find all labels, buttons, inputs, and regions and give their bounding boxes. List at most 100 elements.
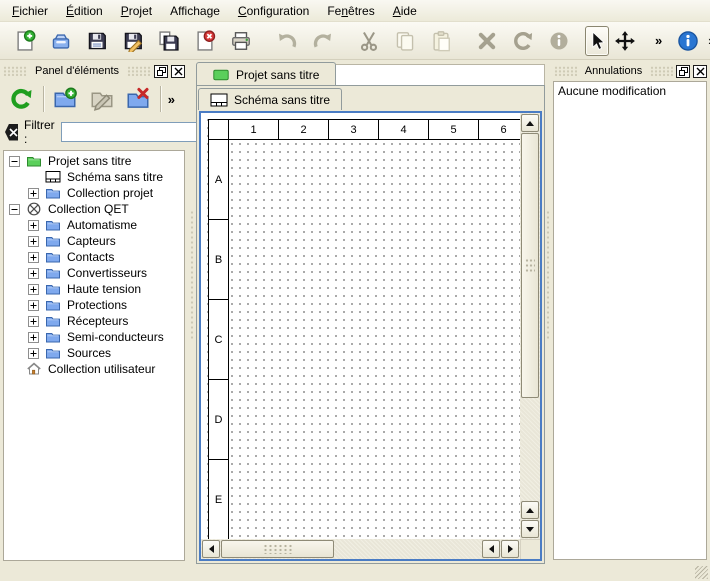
tree-item-collection-utilisateur[interactable]: Collection utilisateur [4, 361, 184, 377]
undo-button[interactable] [275, 26, 299, 56]
menu-fenetres[interactable]: Fenêtres [318, 1, 383, 21]
plus-expander-icon[interactable] [28, 300, 39, 311]
open-document-button[interactable] [49, 26, 73, 56]
save-as-button[interactable] [121, 26, 145, 56]
schema-tab-bar: Schéma sans titre [198, 87, 543, 110]
tree-item-label: Récepteurs [67, 314, 128, 328]
scroll-right-button[interactable] [501, 540, 519, 558]
panel-toolbar-overflow-button[interactable]: » [164, 90, 179, 109]
toolbar-overflow-button[interactable]: » [651, 31, 666, 50]
menu-edition[interactable]: Édition [57, 1, 112, 21]
close-panel-icon[interactable] [693, 65, 707, 78]
tree-item-capteurs[interactable]: Capteurs [4, 233, 184, 249]
cut-button[interactable] [357, 26, 381, 56]
qelectrotech-window: FichierÉditionProjetAffichageConfigurati… [0, 0, 710, 581]
print-button[interactable] [229, 26, 253, 56]
menu-aide[interactable]: Aide [384, 1, 426, 21]
undo-history-list[interactable]: Aucune modification [553, 81, 707, 560]
move-tool-button[interactable] [613, 26, 637, 56]
close-panel-icon[interactable] [171, 65, 185, 78]
vertical-scroll-thumb[interactable] [521, 133, 539, 398]
window-resize-grip[interactable] [695, 566, 708, 579]
edit-category-button[interactable] [87, 84, 116, 114]
undo-list-item[interactable]: Aucune modification [557, 83, 703, 99]
tab-bar-filler [336, 64, 545, 86]
plus-expander-icon[interactable] [28, 316, 39, 327]
close-document-button[interactable] [193, 26, 217, 56]
save-button[interactable] [85, 26, 109, 56]
frame-row-label: C [209, 300, 229, 380]
diagram-canvas[interactable]: 123456 ABCDE [201, 113, 520, 539]
toolbar-overflow-button[interactable]: » [704, 31, 710, 50]
project-icon [213, 69, 229, 81]
scroll-left-button-2[interactable] [482, 540, 500, 558]
scroll-down-button[interactable] [521, 520, 539, 538]
tree-item-collection-projet[interactable]: Collection projet [4, 185, 184, 201]
plus-expander-icon[interactable] [28, 236, 39, 247]
left-splitter[interactable] [189, 60, 195, 581]
menu-affichage[interactable]: Affichage [161, 1, 229, 21]
tree-item-semi-conducteurs[interactable]: Semi-conducteurs [4, 329, 184, 345]
tree-item-recepteurs[interactable]: Récepteurs [4, 313, 184, 329]
blue-folder-icon [45, 265, 61, 281]
menu-projet[interactable]: Projet [112, 1, 161, 21]
tree-item-convertisseurs[interactable]: Convertisseurs [4, 265, 184, 281]
elements-tree[interactable]: Projet sans titreSchéma sans titreCollec… [3, 150, 185, 561]
tree-item-haute-tension[interactable]: Haute tension [4, 281, 184, 297]
select-tool-button[interactable] [585, 26, 609, 56]
new-category-button[interactable] [51, 84, 80, 114]
qet-icon [26, 201, 42, 217]
elements-panel-title: Panel d'éléments [27, 65, 127, 77]
redo-button[interactable] [311, 26, 335, 56]
tab-project[interactable]: Projet sans titre [196, 62, 336, 86]
delete-category-button[interactable] [124, 84, 153, 114]
tree-item-projet-sans-titre[interactable]: Projet sans titre [4, 153, 184, 169]
tree-item-schema-sans-titre[interactable]: Schéma sans titre [4, 169, 184, 185]
minus-expander-icon[interactable] [9, 204, 20, 215]
horizontal-scroll-thumb[interactable] [221, 540, 334, 558]
plus-expander-icon[interactable] [28, 252, 39, 263]
copy-button[interactable] [393, 26, 417, 56]
green-folder-icon [26, 153, 42, 169]
tree-item-protections[interactable]: Protections [4, 297, 184, 313]
tree-item-sources[interactable]: Sources [4, 345, 184, 361]
menu-fichier[interactable]: Fichier [3, 1, 57, 21]
tree-item-automatisme[interactable]: Automatisme [4, 217, 184, 233]
reload-collections-button[interactable] [7, 84, 36, 114]
element-info-button[interactable] [547, 26, 571, 56]
plus-expander-icon[interactable] [28, 348, 39, 359]
scroll-left-button[interactable] [202, 540, 220, 558]
plus-expander-icon[interactable] [28, 284, 39, 295]
scroll-up-button-2[interactable] [521, 501, 539, 519]
tree-item-label: Sources [67, 346, 111, 360]
scrollbar-corner [520, 539, 540, 559]
about-info-button[interactable] [676, 26, 700, 56]
minus-expander-icon[interactable] [9, 156, 20, 167]
float-panel-icon[interactable] [676, 65, 690, 78]
tree-item-label: Contacts [67, 250, 114, 264]
horizontal-scrollbar[interactable] [201, 539, 520, 559]
plus-expander-icon[interactable] [28, 332, 39, 343]
save-all-button[interactable] [157, 26, 181, 56]
plus-expander-icon[interactable] [28, 220, 39, 231]
clear-filter-icon[interactable] [5, 124, 18, 141]
plus-expander-icon[interactable] [28, 188, 39, 199]
paste-button[interactable] [429, 26, 453, 56]
new-document-button[interactable] [13, 26, 37, 56]
project-tab-bar: Projet sans titre [196, 62, 545, 86]
vertical-scrollbar[interactable] [520, 113, 540, 539]
elements-panel: Panel d'éléments » [0, 60, 188, 581]
undo-panel-titlebar: Annulations [554, 64, 707, 78]
delete-button[interactable] [475, 26, 499, 56]
tree-item-contacts[interactable]: Contacts [4, 249, 184, 265]
tree-item-collection-qet[interactable]: Collection QET [4, 201, 184, 217]
plus-expander-icon[interactable] [28, 268, 39, 279]
tree-item-label: Collection utilisateur [48, 362, 155, 376]
menu-configuration[interactable]: Configuration [229, 1, 318, 21]
rotate-button[interactable] [511, 26, 535, 56]
float-panel-icon[interactable] [154, 65, 168, 78]
tree-item-label: Collection QET [48, 202, 129, 216]
tab-schema[interactable]: Schéma sans titre [198, 88, 342, 110]
scroll-up-button[interactable] [521, 114, 539, 132]
frame-column-label: 5 [429, 120, 479, 140]
